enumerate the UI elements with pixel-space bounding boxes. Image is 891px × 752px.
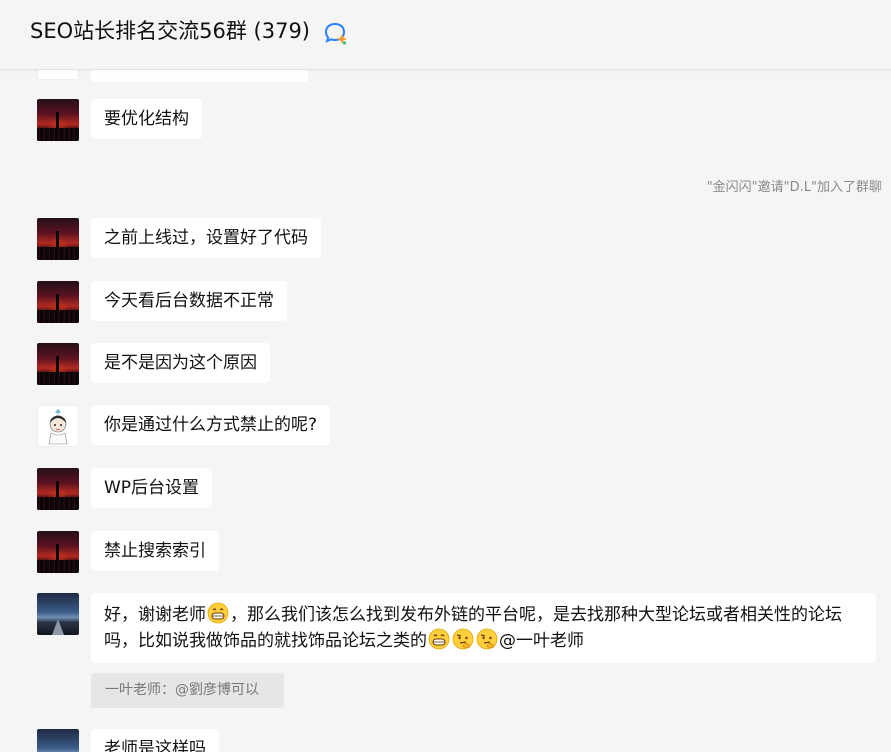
message-text: 好，谢谢老师 xyxy=(104,605,206,625)
system-notice: "金闪闪"邀请"D.L"加入了群聊 xyxy=(706,180,882,195)
thinking-emoji xyxy=(476,628,498,650)
message-bubble[interactable]: 今天看后台数据不正常 xyxy=(91,281,287,321)
message-bubble[interactable]: 老师是这样吗 xyxy=(91,729,219,752)
thinking-emoji xyxy=(452,628,474,650)
message-bubble[interactable]: 禁止搜索索引 xyxy=(91,531,219,571)
chat-header: SEO站长排名交流56群 (379) xyxy=(0,0,891,70)
message-list[interactable]: 要优化结构 "金闪闪"邀请"D.L"加入了群聊 之前上线过，设置好了代码 今天看… xyxy=(0,0,891,752)
avatar[interactable] xyxy=(37,468,79,510)
avatar[interactable] xyxy=(37,531,79,573)
avatar[interactable] xyxy=(37,343,79,385)
group-chat-icon[interactable] xyxy=(323,21,349,45)
avatar[interactable] xyxy=(37,593,79,635)
message-bubble[interactable]: 是不是因为这个原因 xyxy=(91,343,270,383)
message-bubble[interactable]: WP后台设置 xyxy=(91,468,213,508)
mention-text[interactable]: @一叶老师 xyxy=(499,631,584,651)
grin-emoji xyxy=(207,602,229,624)
group-title: SEO站长排名交流56群 (379) xyxy=(30,19,310,43)
grin-emoji xyxy=(428,628,450,650)
message-bubble[interactable]: 之前上线过，设置好了代码 xyxy=(91,218,321,258)
chat-window: 要优化结构 "金闪闪"邀请"D.L"加入了群聊 之前上线过，设置好了代码 今天看… xyxy=(0,0,891,752)
quoted-reply[interactable]: 一叶老师：@劉彦博可以 xyxy=(91,673,284,708)
cartoon-girl-icon xyxy=(48,409,68,445)
message-bubble[interactable]: 要优化结构 xyxy=(91,99,202,139)
avatar[interactable] xyxy=(37,99,79,141)
message-bubble[interactable]: 好，谢谢老师 ，那么我们该怎么找到发布外链的平台呢，是去找那种大型论坛或者相关性的… xyxy=(91,593,876,663)
message-bubble[interactable]: 你是通过什么方式禁止的呢? xyxy=(91,405,331,445)
avatar[interactable] xyxy=(37,405,79,447)
avatar[interactable] xyxy=(37,281,79,323)
avatar[interactable] xyxy=(37,218,79,260)
avatar[interactable] xyxy=(37,729,79,752)
